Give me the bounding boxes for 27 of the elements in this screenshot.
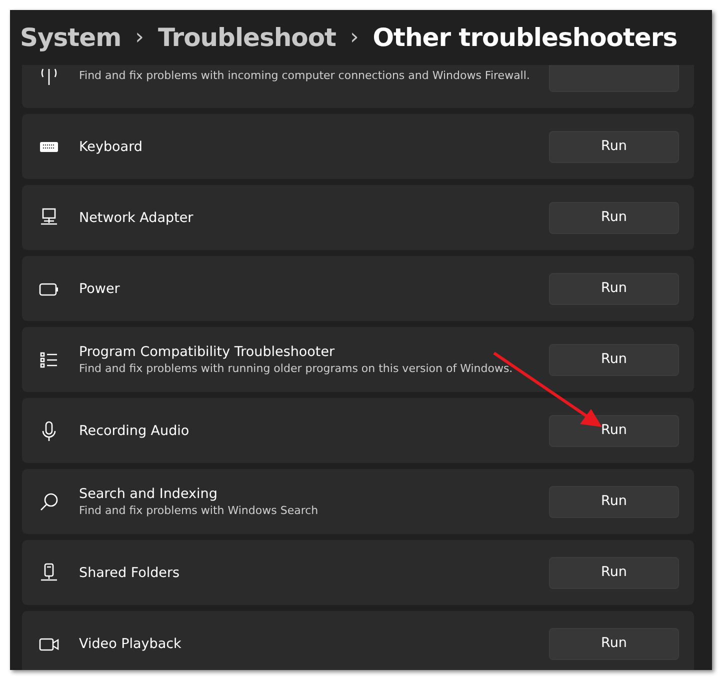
breadcrumb-item[interactable]: Troubleshoot: [158, 18, 336, 56]
troubleshooter-title: Video Playback: [79, 634, 182, 652]
breadcrumb-separator: ›: [135, 24, 144, 52]
run-button[interactable]: Run: [549, 414, 679, 446]
troubleshooter-title: Recording Audio: [79, 422, 190, 440]
troubleshooter-description: Find and fix problems with incoming computer connections and Windows Firewall.: [79, 68, 531, 83]
troubleshooter-title: Program Compatibility Troubleshooter: [79, 343, 336, 361]
run-button[interactable]: Run: [549, 272, 679, 304]
troubleshooter-title: Keyboard: [79, 138, 144, 156]
run-button[interactable]: Run: [549, 202, 679, 234]
run-button[interactable]: Run: [549, 344, 679, 376]
breadcrumb-separator: ›: [350, 24, 359, 52]
run-button[interactable]: Run: [549, 628, 679, 660]
search-icon: [38, 490, 60, 512]
breadcrumb-item: Other troubleshooters: [372, 22, 678, 54]
run-button[interactable]: Run: [549, 486, 679, 518]
troubleshooter-title: Network Adapter: [79, 208, 194, 226]
run-button[interactable]: Run: [549, 130, 679, 162]
shared-folder-icon: [38, 562, 60, 584]
breadcrumb-item[interactable]: System: [20, 18, 122, 56]
troubleshooter-title: Search and Indexing: [79, 485, 218, 503]
troubleshooter-title: Shared Folders: [79, 564, 181, 582]
run-button[interactable]: [549, 65, 679, 92]
run-button[interactable]: Run: [549, 556, 679, 588]
troubleshooter-description: Find and fix problems with Windows Search: [79, 503, 320, 518]
troubleshooter-title: Power: [79, 280, 121, 298]
troubleshooter-description: Find and fix problems with running older programs on this version of Windows.: [79, 361, 514, 376]
